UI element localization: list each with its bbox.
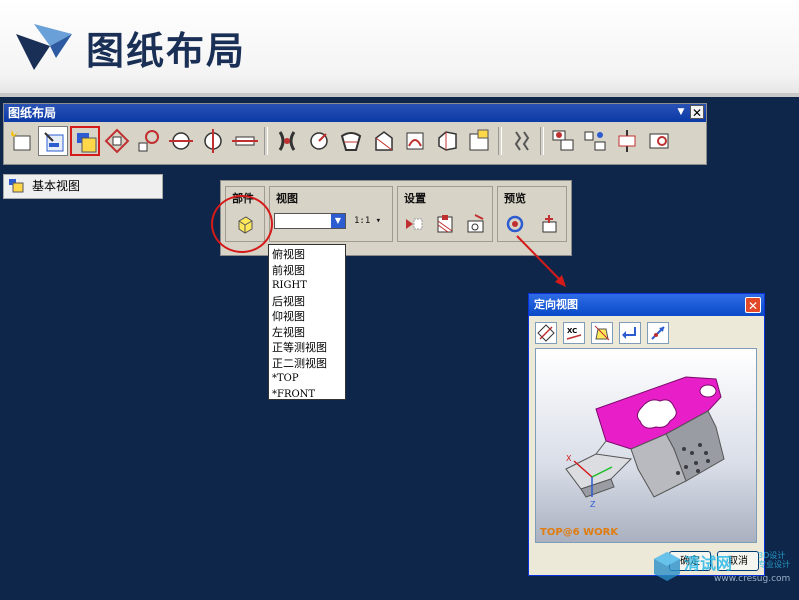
edit-sheet-icon[interactable] — [612, 126, 642, 156]
broken-view-icon[interactable] — [272, 126, 302, 156]
x-axis-label: X — [566, 454, 572, 463]
projected-view-icon[interactable] — [102, 126, 132, 156]
z-axis-label: Z — [590, 500, 596, 509]
half-section-icon[interactable] — [198, 126, 228, 156]
preview-group: 预览 — [497, 186, 567, 242]
settings-group-label: 设置 — [404, 192, 426, 205]
window-close-button[interactable]: ✕ — [690, 105, 704, 120]
view-option[interactable]: 左视图 — [269, 325, 345, 341]
window-title: 图纸布局 — [8, 106, 57, 120]
hidden-component-icon[interactable] — [434, 213, 456, 235]
slide-header: 图纸布局 — [0, 0, 799, 97]
view-select[interactable]: ▼ — [274, 213, 346, 229]
revolved-section-icon[interactable] — [230, 126, 260, 156]
view-style-icon[interactable] — [403, 213, 425, 235]
preview-icon[interactable] — [538, 213, 560, 235]
logo-icon — [16, 24, 72, 70]
view-option[interactable]: RIGHT — [269, 278, 345, 294]
view-group: 视图 ▼ 1:1 ▾ — [269, 186, 393, 242]
view-option[interactable]: *FRONT — [269, 387, 345, 400]
xc-axis-icon[interactable]: XC — [563, 322, 585, 344]
view-option[interactable]: 正等测视图 — [269, 340, 345, 356]
viewport-label: TOP@6 WORK — [540, 527, 619, 538]
scale-select[interactable]: 1:1 ▾ — [354, 216, 381, 226]
window-titlebar[interactable]: 图纸布局 ▼ ✕ — [4, 104, 706, 122]
base-view-item[interactable]: 基本视图 — [3, 174, 163, 199]
detail-view-icon[interactable] — [134, 126, 164, 156]
watermark-name: 清试网 — [684, 554, 733, 573]
preview-viewport[interactable]: X Z TOP@6 WORK — [535, 348, 757, 543]
view-boundary-icon[interactable] — [400, 126, 430, 156]
toolbar-separator — [498, 127, 502, 155]
xc-axis-label: XC — [567, 327, 577, 335]
view-option[interactable]: 前视图 — [269, 263, 345, 279]
copy-view-icon[interactable] — [336, 126, 366, 156]
view-option[interactable]: 俯视图 — [269, 247, 345, 263]
toolbar-separator — [264, 127, 268, 155]
dialog-toolbar: XC — [529, 316, 764, 348]
preview-group-label: 预览 — [504, 192, 526, 205]
base-view-icon[interactable] — [70, 126, 100, 156]
edit-view-icon[interactable] — [432, 126, 462, 156]
align-view-icon[interactable] — [368, 126, 398, 156]
chevron-down-icon[interactable]: ▼ — [331, 214, 345, 228]
specify-vector-icon[interactable] — [591, 322, 613, 344]
dialog-titlebar[interactable]: 定向视图 ✕ — [529, 294, 764, 316]
settings-group: 设置 — [397, 186, 493, 242]
watermark: 清试网 3D设计 专业设计 www.cresug.com — [650, 548, 799, 598]
reverse-icon[interactable] — [619, 322, 641, 344]
view-option[interactable]: 后视图 — [269, 294, 345, 310]
layout-toolbar — [4, 122, 706, 160]
update-view-icon[interactable] — [464, 126, 494, 156]
part-model-preview: X Z — [565, 376, 725, 509]
watermark-cube-icon — [654, 552, 680, 581]
rotate-view-icon[interactable] — [647, 322, 669, 344]
dialog-title: 定向视图 — [534, 298, 578, 311]
drawing-layout-window: 图纸布局 ▼ ✕ — [3, 103, 707, 165]
break-line-icon[interactable] — [506, 126, 536, 156]
header-divider — [0, 93, 799, 97]
orient-view-tool-icon[interactable] — [504, 213, 526, 235]
watermark-sub: 3D设计 专业设计 — [758, 551, 790, 569]
dialog-close-button[interactable]: ✕ — [745, 297, 761, 313]
view-option[interactable]: 正二测视图 — [269, 356, 345, 372]
toolbar-separator — [540, 127, 544, 155]
view-dependent-icon[interactable] — [580, 126, 610, 156]
sheet-icon[interactable] — [548, 126, 578, 156]
open-sheet-icon[interactable] — [38, 126, 68, 156]
move-view-icon[interactable] — [304, 126, 334, 156]
non-sectioned-icon[interactable] — [465, 213, 487, 235]
orient-view-icon[interactable] — [535, 322, 557, 344]
part-highlight-circle — [211, 195, 273, 253]
base-view-item-icon — [9, 179, 24, 193]
view-dropdown-list: 俯视图 前视图 RIGHT 后视图 仰视图 左视图 正等测视图 正二测视图 *T… — [268, 244, 346, 400]
view-option[interactable]: 仰视图 — [269, 309, 345, 325]
base-view-item-label: 基本视图 — [32, 179, 81, 193]
slide-title: 图纸布局 — [86, 29, 247, 73]
preferences-icon[interactable] — [644, 126, 674, 156]
orient-view-dialog: 定向视图 ✕ XC X Z TOP@6 WORK 确定 取消 — [528, 293, 765, 576]
view-group-label: 视图 — [276, 192, 298, 205]
new-sheet-icon[interactable] — [6, 126, 36, 156]
window-menu-button[interactable]: ▼ — [675, 105, 687, 119]
view-option[interactable]: *TOP — [269, 371, 345, 387]
section-view-icon[interactable] — [166, 126, 196, 156]
watermark-url: www.cresug.com — [714, 574, 791, 584]
